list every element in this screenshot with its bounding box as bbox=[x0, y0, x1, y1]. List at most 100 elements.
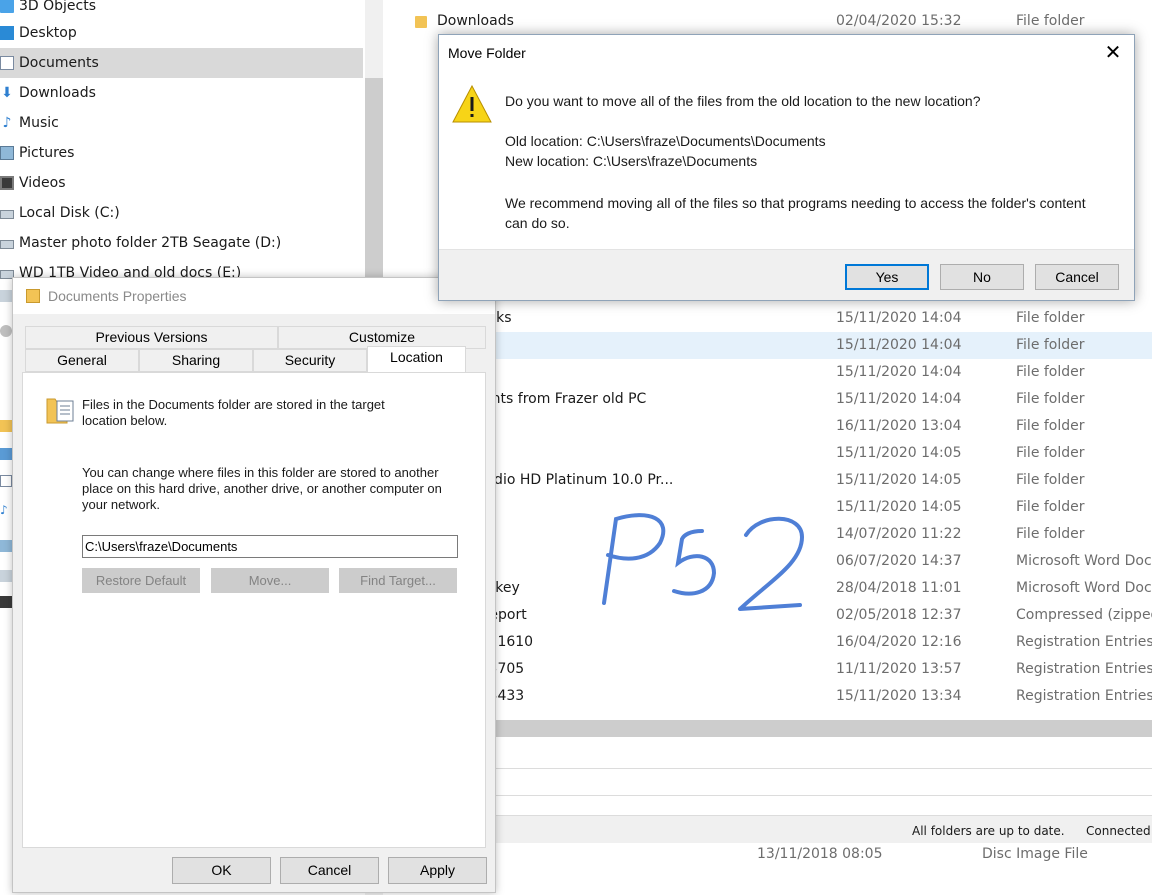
file-list-footer bbox=[383, 737, 1152, 769]
nav-item-label: Local Disk (C:) bbox=[19, 205, 120, 221]
tab-sharing[interactable]: Sharing bbox=[139, 349, 253, 372]
nav-item-pictures[interactable]: Pictures bbox=[0, 138, 363, 168]
file-row-disc-image[interactable]: 13/11/2018 08:05 Disc Image File bbox=[383, 843, 1152, 867]
file-date: 15/11/2020 14:04 bbox=[836, 337, 962, 353]
horizontal-scrollbar[interactable] bbox=[383, 720, 1152, 737]
file-type: File folder bbox=[1016, 337, 1085, 353]
nav-item-desktop[interactable]: Desktop bbox=[0, 18, 363, 48]
videos-icon bbox=[0, 176, 14, 190]
location-path-input[interactable] bbox=[82, 535, 458, 558]
file-date: 06/07/2020 14:37 bbox=[836, 553, 962, 569]
dvd-drive-icon bbox=[0, 325, 12, 337]
nav-item-label: Pictures bbox=[19, 145, 75, 161]
location-tab-page: Files in the Documents folder are stored… bbox=[22, 372, 486, 848]
nav-item-drive-d[interactable]: Master photo folder 2TB Seagate (D:) bbox=[0, 228, 363, 258]
nav-scrollbar-thumb[interactable] bbox=[365, 78, 383, 278]
file-row[interactable]: ovie Studio HD Platinum 10.0 Pr... 15/11/… bbox=[383, 467, 1152, 494]
file-row[interactable]: Houses15/11/2020 14:04File folder bbox=[383, 359, 1152, 386]
file-type: File folder bbox=[1016, 364, 1085, 380]
status-bar: All folders are up to date. Connected bbox=[383, 815, 1152, 843]
location-info-text: Files in the Documents folder are stored… bbox=[82, 397, 385, 428]
tab-location[interactable]: Location bbox=[367, 346, 466, 372]
yes-button[interactable]: Yes bbox=[845, 264, 929, 290]
file-type: File folder bbox=[1016, 526, 1085, 542]
nav-item-label: Downloads bbox=[19, 85, 96, 101]
file-type: Microsoft Word Docu bbox=[1016, 553, 1152, 569]
move-question-text: Do you want to move all of the files fro… bbox=[505, 93, 981, 109]
cube-icon bbox=[0, 0, 14, 13]
videos-icon bbox=[0, 596, 12, 608]
drive-icon bbox=[0, 240, 14, 249]
file-row[interactable]: docs16/11/2020 13:04File folder bbox=[383, 413, 1152, 440]
documents-icon bbox=[0, 475, 12, 487]
file-row[interactable]: 0416_12161016/04/2020 12:16Registration … bbox=[383, 629, 1152, 656]
dialog-titlebar[interactable]: Documents Properties bbox=[13, 278, 495, 314]
recommendation-text: We recommend moving all of the files so … bbox=[505, 195, 1086, 231]
file-row[interactable]: backup15/11/2020 14:04File folder bbox=[383, 332, 1152, 359]
drive-icon bbox=[0, 210, 14, 219]
documents-icon bbox=[0, 56, 14, 70]
move-folder-dialog: Move Folder ✕ Do you want to move all of… bbox=[438, 34, 1135, 301]
close-icon[interactable]: ✕ bbox=[1095, 39, 1131, 69]
file-type: Registration Entries bbox=[1016, 661, 1152, 677]
dialog-title: Documents Properties bbox=[48, 288, 187, 304]
nav-item-downloads[interactable]: ⬇ Downloads bbox=[0, 78, 363, 108]
nav-item-label: Documents bbox=[19, 55, 99, 71]
file-name: Downloads bbox=[437, 13, 514, 29]
tab-general[interactable]: General bbox=[25, 349, 139, 372]
file-type: File folder bbox=[1016, 499, 1085, 515]
handwriting-5-stroke bbox=[672, 529, 717, 596]
documents-properties-dialog: Documents Properties Previous Versions C… bbox=[12, 277, 496, 893]
nav-item-documents[interactable]: Documents bbox=[0, 48, 363, 78]
file-type: File folder bbox=[1016, 391, 1085, 407]
file-date: 15/11/2020 13:34 bbox=[836, 688, 962, 704]
drive-icon bbox=[0, 290, 12, 302]
cancel-button[interactable]: Cancel bbox=[280, 857, 379, 884]
desktop-icon bbox=[0, 26, 14, 40]
ok-button[interactable]: OK bbox=[172, 857, 271, 884]
warning-icon bbox=[452, 84, 492, 123]
downloads-icon: ⬇ bbox=[1, 85, 13, 101]
file-row[interactable]: ntacts15/11/2020 14:05File folder bbox=[383, 440, 1152, 467]
file-row-downloads[interactable]: Downloads 02/04/2020 15:32 File folder bbox=[383, 8, 1152, 35]
find-target-button[interactable]: Find Target... bbox=[339, 568, 457, 593]
handwritten-annotation bbox=[602, 513, 804, 611]
folder-icon bbox=[0, 420, 12, 432]
new-location-text: New location: C:\Users\fraze\Documents bbox=[505, 153, 758, 169]
file-row[interactable]: d Contents from Frazer old PC 15/11/2020 … bbox=[383, 386, 1152, 413]
nav-item-label: 3D Objects bbox=[19, 0, 97, 14]
restore-default-button[interactable]: Restore Default bbox=[82, 568, 200, 593]
nav-item-label: Music bbox=[19, 115, 59, 131]
drive-icon bbox=[0, 570, 12, 582]
file-type: File folder bbox=[1016, 418, 1085, 434]
dialog-button-bar: Yes No Cancel bbox=[439, 249, 1134, 300]
file-type: File folder bbox=[1016, 310, 1085, 326]
file-row[interactable]: 115_13343315/11/2020 13:34Registration E… bbox=[383, 683, 1152, 710]
nav-item-music[interactable]: ♪ Music bbox=[0, 108, 363, 138]
folder-icon bbox=[415, 16, 427, 28]
desktop-icon bbox=[0, 448, 12, 460]
tab-previous-versions[interactable]: Previous Versions bbox=[25, 326, 278, 349]
music-icon: ♪ bbox=[2, 115, 12, 131]
cancel-button[interactable]: Cancel bbox=[1035, 264, 1119, 290]
sync-status: All folders are up to date. bbox=[912, 824, 1065, 838]
nav-item-label: Videos bbox=[19, 175, 66, 191]
pictures-icon bbox=[0, 540, 12, 552]
file-type: Microsoft Word Docu bbox=[1016, 580, 1152, 596]
handwriting-p-stroke bbox=[602, 513, 666, 605]
file-type: Compressed (zipped bbox=[1016, 607, 1152, 623]
move-button[interactable]: Move... bbox=[211, 568, 329, 593]
nav-item-videos[interactable]: Videos bbox=[0, 168, 363, 198]
tab-security[interactable]: Security bbox=[253, 349, 367, 372]
connection-status: Connected bbox=[1086, 824, 1151, 838]
file-date: 15/11/2020 14:05 bbox=[836, 499, 962, 515]
apply-button[interactable]: Apply bbox=[388, 857, 487, 884]
no-button[interactable]: No bbox=[940, 264, 1024, 290]
file-date: 13/11/2018 08:05 bbox=[757, 846, 883, 862]
file-row[interactable]: Notebooks15/11/2020 14:04File folder bbox=[383, 305, 1152, 332]
file-row[interactable]: 111_13570511/11/2020 13:57Registration E… bbox=[383, 656, 1152, 683]
folder-icon bbox=[26, 289, 40, 303]
folder-document-icon bbox=[46, 398, 74, 424]
file-date: 16/11/2020 13:04 bbox=[836, 418, 962, 434]
nav-item-local-disk[interactable]: Local Disk (C:) bbox=[0, 198, 363, 228]
